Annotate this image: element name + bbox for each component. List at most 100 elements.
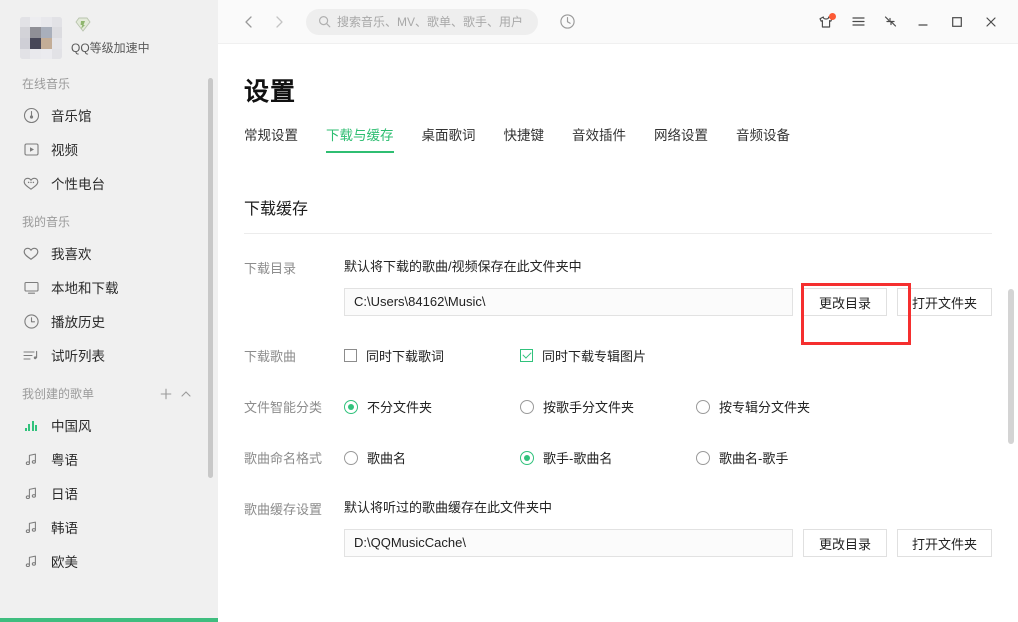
tab-network[interactable]: 网络设置 bbox=[654, 124, 708, 153]
option-label: 歌曲名-歌手 bbox=[719, 448, 788, 467]
sidebar-item-label: 视频 bbox=[51, 139, 78, 159]
sidebar-playlist-chinese[interactable]: 中国风 bbox=[0, 408, 218, 442]
sidebar-item-local-download[interactable]: 本地和下载 bbox=[0, 270, 218, 304]
open-download-folder-button[interactable]: 打开文件夹 bbox=[897, 288, 992, 316]
sidebar-group-label-playlists: 我创建的歌单 bbox=[0, 380, 218, 408]
sidebar-playlist-korean[interactable]: 韩语 bbox=[0, 510, 218, 544]
radio-by-album-folder[interactable]: 按专辑分文件夹 bbox=[696, 397, 810, 416]
row-label: 文件智能分类 bbox=[244, 395, 344, 416]
sidebar: QQ等级加速中 在线音乐 音乐馆 视频 bbox=[0, 0, 218, 622]
radio-unselected-icon bbox=[696, 400, 710, 414]
minimize-icon[interactable] bbox=[906, 6, 940, 38]
notification-dot bbox=[829, 13, 836, 20]
cache-path-input[interactable]: D:\QQMusicCache\ bbox=[344, 529, 793, 557]
option-label: 按专辑分文件夹 bbox=[719, 397, 810, 416]
sidebar-item-history[interactable]: 播放历史 bbox=[0, 304, 218, 338]
sidebar-group-label-online: 在线音乐 bbox=[0, 70, 218, 98]
sidebar-playlist-label: 粤语 bbox=[51, 449, 78, 469]
topbar: 搜索音乐、MV、歌单、歌手、用户 bbox=[218, 0, 1018, 44]
add-playlist-button[interactable] bbox=[156, 384, 176, 404]
music-note-icon bbox=[22, 518, 40, 536]
back-button[interactable] bbox=[234, 7, 264, 37]
window-controls bbox=[810, 6, 1018, 38]
sidebar-playlist-label: 欧美 bbox=[51, 551, 78, 571]
sidebar-item-label: 试听列表 bbox=[51, 345, 105, 365]
clock-icon bbox=[22, 312, 40, 330]
skin-shirt-icon[interactable] bbox=[810, 6, 842, 38]
option-label: 同时下载专辑图片 bbox=[542, 346, 646, 365]
tab-audio-device[interactable]: 音频设备 bbox=[736, 124, 790, 153]
hamburger-menu-icon[interactable] bbox=[842, 6, 874, 38]
sidebar-playlist-japanese[interactable]: 日语 bbox=[0, 476, 218, 510]
radio-no-folder[interactable]: 不分文件夹 bbox=[344, 397, 520, 416]
radio-heart-icon bbox=[22, 174, 40, 192]
sidebar-item-radio[interactable]: 个性电台 bbox=[0, 166, 218, 200]
radio-song-name[interactable]: 歌曲名 bbox=[344, 448, 520, 467]
row-download-song: 下载歌曲 同时下载歌词 同时下载专辑图片 bbox=[218, 344, 1018, 365]
maximize-icon[interactable] bbox=[940, 6, 974, 38]
content-scrollbar[interactable] bbox=[1008, 289, 1014, 444]
radio-song-artist[interactable]: 歌曲名-歌手 bbox=[696, 448, 788, 467]
sidebar-playlist-label: 韩语 bbox=[51, 517, 78, 537]
sidebar-item-favorites[interactable]: 我喜欢 bbox=[0, 236, 218, 270]
radio-unselected-icon bbox=[520, 400, 534, 414]
checkbox-download-album-cover[interactable]: 同时下载专辑图片 bbox=[520, 346, 646, 365]
user-profile[interactable]: QQ等级加速中 bbox=[0, 0, 218, 62]
collapse-playlists-button[interactable] bbox=[176, 384, 196, 404]
open-cache-folder-button[interactable]: 打开文件夹 bbox=[897, 529, 992, 557]
app-window: QQ等级加速中 在线音乐 音乐馆 视频 bbox=[0, 0, 1018, 622]
sidebar-playlist-label: 日语 bbox=[51, 483, 78, 503]
download-path-input[interactable]: C:\Users\84162\Music\ bbox=[344, 288, 793, 316]
tab-sound-plugins[interactable]: 音效插件 bbox=[572, 124, 626, 153]
radio-by-artist-folder[interactable]: 按歌手分文件夹 bbox=[520, 397, 696, 416]
music-hall-icon bbox=[22, 106, 40, 124]
video-play-icon bbox=[22, 140, 40, 158]
history-clock-icon[interactable] bbox=[554, 9, 580, 35]
mini-mode-icon[interactable] bbox=[874, 6, 906, 38]
tab-shortcuts[interactable]: 快捷键 bbox=[504, 124, 545, 153]
diamond-icon bbox=[73, 17, 93, 38]
close-icon[interactable] bbox=[974, 6, 1008, 38]
checkbox-download-lyrics[interactable]: 同时下载歌词 bbox=[344, 346, 520, 365]
sidebar-item-label: 个性电台 bbox=[51, 173, 105, 193]
tab-desktop-lyrics[interactable]: 桌面歌词 bbox=[422, 124, 476, 153]
heart-icon bbox=[22, 244, 40, 262]
playlist-note-icon bbox=[22, 346, 40, 364]
row-label: 歌曲缓存设置 bbox=[244, 497, 344, 557]
search-input[interactable]: 搜索音乐、MV、歌单、歌手、用户 bbox=[306, 9, 538, 35]
cache-dir-hint: 默认将听过的歌曲缓存在此文件夹中 bbox=[344, 497, 992, 516]
sidebar-scrollbar[interactable] bbox=[208, 78, 213, 478]
row-file-classify: 文件智能分类 不分文件夹 按歌手分文件夹 按专辑分文件夹 bbox=[218, 395, 1018, 416]
sidebar-item-video[interactable]: 视频 bbox=[0, 132, 218, 166]
sidebar-group-label-mine: 我的音乐 bbox=[0, 208, 218, 236]
main-area: 搜索音乐、MV、歌单、歌手、用户 bbox=[218, 0, 1018, 622]
section-divider bbox=[244, 233, 992, 234]
avatar-mosaic-icon bbox=[20, 17, 62, 59]
option-label: 歌曲名 bbox=[367, 448, 406, 467]
radio-artist-song[interactable]: 歌手-歌曲名 bbox=[520, 448, 696, 467]
option-label: 按歌手分文件夹 bbox=[543, 397, 634, 416]
sidebar-playlist-western[interactable]: 欧美 bbox=[0, 544, 218, 578]
row-label: 下载歌曲 bbox=[244, 344, 344, 365]
playlists-label: 我创建的歌单 bbox=[22, 380, 94, 408]
search-placeholder: 搜索音乐、MV、歌单、歌手、用户 bbox=[337, 13, 523, 30]
forward-button[interactable] bbox=[264, 7, 294, 37]
sidebar-item-label: 音乐馆 bbox=[51, 105, 92, 125]
change-download-directory-button[interactable]: 更改目录 bbox=[803, 288, 887, 316]
sidebar-item-preview-list[interactable]: 试听列表 bbox=[0, 338, 218, 372]
sidebar-playlist-cantonese[interactable]: 粤语 bbox=[0, 442, 218, 476]
change-cache-directory-button[interactable]: 更改目录 bbox=[803, 529, 887, 557]
tab-download-cache[interactable]: 下载与缓存 bbox=[326, 124, 394, 153]
sidebar-item-label: 播放历史 bbox=[51, 311, 105, 331]
player-progress-bar[interactable] bbox=[0, 618, 218, 622]
page-title: 设置 bbox=[218, 44, 1018, 108]
option-label: 歌手-歌曲名 bbox=[543, 448, 612, 467]
sidebar-item-music-hall[interactable]: 音乐馆 bbox=[0, 98, 218, 132]
download-dir-hint: 默认将下载的歌曲/视频保存在此文件夹中 bbox=[344, 256, 992, 275]
sidebar-item-label: 我喜欢 bbox=[51, 243, 92, 263]
tab-general[interactable]: 常规设置 bbox=[244, 124, 298, 153]
sidebar-item-label: 本地和下载 bbox=[51, 277, 119, 297]
row-download-directory: 下载目录 默认将下载的歌曲/视频保存在此文件夹中 C:\Users\84162\… bbox=[218, 256, 1018, 316]
avatar[interactable] bbox=[20, 17, 62, 59]
radio-unselected-icon bbox=[344, 451, 358, 465]
